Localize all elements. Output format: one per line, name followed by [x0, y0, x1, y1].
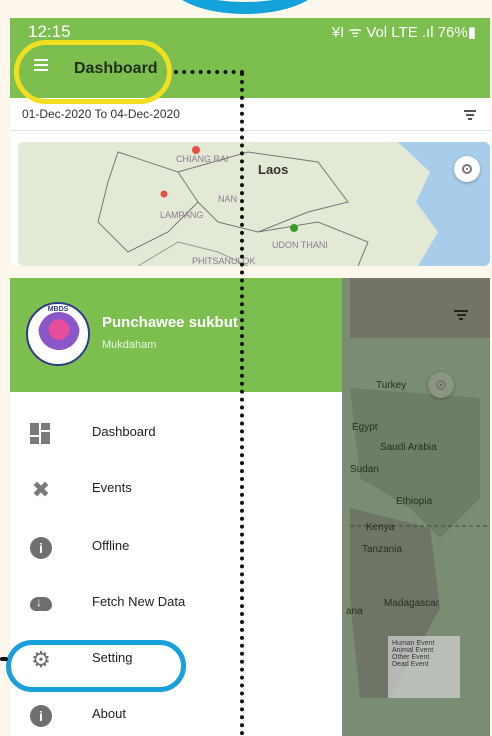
legend-item: Human Event [392, 640, 435, 647]
map-label: PHITSANULOK [192, 256, 256, 266]
info-icon: i [30, 537, 52, 559]
map-label: Egypt [352, 422, 378, 433]
map-label: CHIANG RAI [176, 154, 229, 164]
date-range-text: 01-Dec-2020 To 04-Dec-2020 [22, 107, 180, 121]
org-logo: MBDS [26, 302, 90, 366]
map-label: UDON THANI [272, 240, 328, 250]
locate-me-button[interactable] [428, 372, 454, 398]
map-label: Ethiopia [396, 496, 433, 507]
highlight-ring-yellow [14, 40, 172, 104]
info-icon: i [30, 705, 52, 727]
legend-item: Dead Event [392, 661, 429, 668]
user-location: Mukdaham [102, 339, 157, 351]
map-label: ana [346, 606, 363, 617]
crosshair-icon [436, 380, 446, 390]
drawer-item-offline[interactable]: i Offline [10, 522, 342, 572]
drawer-item-label: About [92, 706, 126, 721]
legend-item: Other Event [392, 654, 430, 661]
dashboard-icon [30, 423, 52, 445]
drawer-item-fetch-new-data[interactable]: Fetch New Data [10, 578, 342, 628]
filter-icon[interactable] [464, 110, 476, 122]
highlight-ring-blue [6, 640, 186, 692]
dotted-connector [174, 70, 244, 74]
decorative-arc [170, 0, 320, 14]
drawer-item-events[interactable]: ✖ Events [10, 464, 342, 514]
drawer-item-about[interactable]: i About [10, 690, 342, 736]
map-label: Saudi Arabia [380, 442, 437, 453]
crosshair-icon [462, 164, 472, 174]
dotted-connector [0, 657, 8, 661]
drawer-item-label: Dashboard [92, 424, 156, 439]
drawer-item-label: Fetch New Data [92, 594, 186, 609]
map-label: Tanzania [362, 544, 403, 555]
map-boundaries [18, 142, 490, 266]
event-marker[interactable] [160, 190, 168, 198]
dotted-connector [240, 72, 244, 736]
map-label: Turkey [376, 380, 407, 391]
drawer-item-label: Offline [92, 538, 130, 553]
map-label: Kenya [366, 522, 395, 533]
cloud-download-icon [30, 595, 52, 611]
filter-icon[interactable] [454, 310, 468, 320]
map-label: LAMPANG [160, 210, 204, 220]
drawer-header: MBDS Punchawee sukbut Mukdaham [10, 278, 342, 392]
map-label: Sudan [350, 464, 379, 475]
map-legend: Human Event Animal Event Other Event Dea… [388, 636, 460, 698]
locate-me-button[interactable] [454, 156, 480, 182]
user-name: Punchawee sukbut [102, 314, 238, 331]
events-icon: ✖ [31, 477, 51, 502]
status-indicators: ¥I ᯤ Vol LTE .ıl 76%▮ [331, 24, 476, 41]
map-label: Madagascar [384, 598, 440, 609]
drawer-item-label: Events [92, 480, 132, 495]
map-view[interactable]: CHIANG RAI NAN LAMPANG UDON THANI PHITSA… [18, 142, 490, 266]
status-time: 12:15 [28, 22, 71, 41]
map-label: NAN [218, 194, 238, 204]
drawer-item-dashboard[interactable]: Dashboard [10, 408, 342, 458]
event-marker[interactable] [290, 224, 298, 232]
map-country-label: Laos [258, 162, 289, 177]
legend-item: Animal Event [392, 647, 434, 654]
event-marker[interactable] [192, 146, 200, 154]
